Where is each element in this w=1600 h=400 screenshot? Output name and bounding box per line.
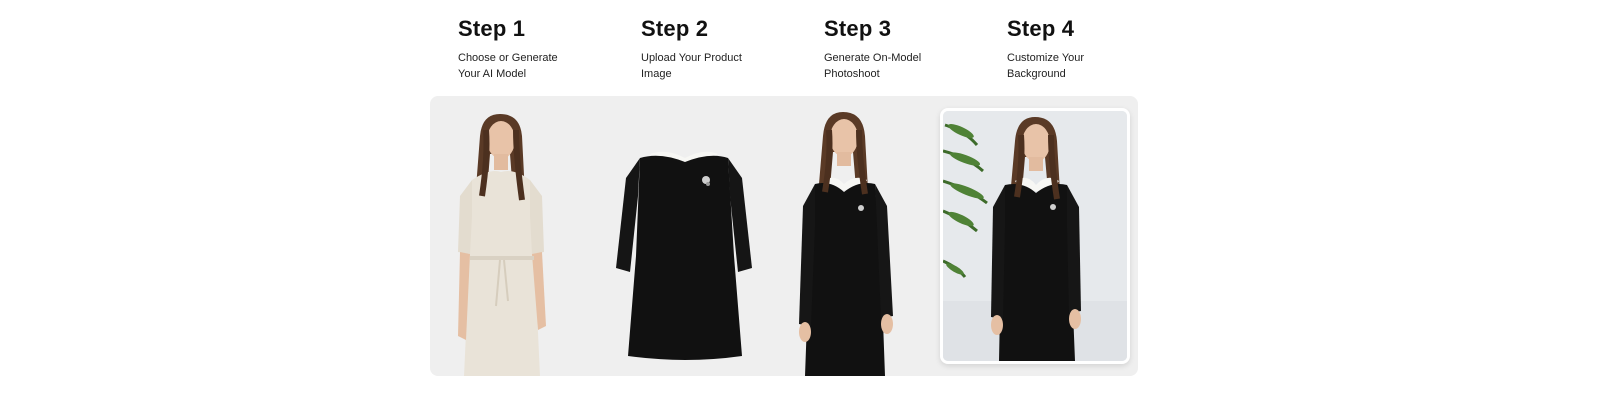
- step-1-description: Choose or Generate Your AI Model: [458, 50, 578, 82]
- steps-header: Step 1 Choose or Generate Your AI Model …: [458, 14, 1198, 94]
- step-4-description: Customize Your Background: [1007, 50, 1127, 82]
- step-1-line-2: Your AI Model: [458, 68, 527, 80]
- model-black-dress-image: [785, 96, 930, 376]
- step-2: Step 2 Upload Your Product Image: [641, 14, 801, 82]
- step-3-line-2: Photoshoot: [824, 68, 880, 80]
- step-3-description: Generate On-Model Photoshoot: [824, 50, 944, 82]
- step-4: Step 4 Customize Your Background: [1007, 14, 1167, 82]
- step-1: Step 1 Choose or Generate Your AI Model: [458, 14, 618, 82]
- step-2-title: Step 2: [641, 16, 709, 41]
- step-4-line-2: Background: [1007, 68, 1066, 80]
- step-3: Step 3 Generate On-Model Photoshoot: [824, 14, 984, 82]
- showcase-panel: [430, 96, 1138, 376]
- step-1-line-1: Choose or Generate: [458, 52, 558, 64]
- model-styled-background-image: [940, 108, 1130, 364]
- step-4-title: Step 4: [1007, 16, 1075, 41]
- step-2-line-2: Image: [641, 68, 672, 80]
- step-2-description: Upload Your Product Image: [641, 50, 761, 82]
- step-3-title: Step 3: [824, 16, 892, 41]
- step-4-line-1: Customize Your: [1007, 52, 1085, 64]
- model-cream-dress-image: [430, 96, 600, 376]
- step-2-line-1: Upload Your Product: [641, 52, 742, 64]
- black-dress-product-image: [610, 96, 760, 376]
- step-3-line-1: Generate On-Model: [824, 52, 922, 64]
- step-1-title: Step 1: [458, 16, 526, 41]
